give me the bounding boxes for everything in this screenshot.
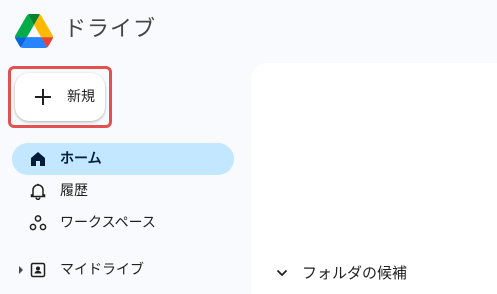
sidebar-item-history[interactable]: 履歴 bbox=[12, 175, 234, 207]
my-drive-icon bbox=[30, 262, 46, 278]
sidebar-item-home[interactable]: ホーム bbox=[12, 143, 234, 175]
home-icon bbox=[31, 152, 45, 166]
workspaces-icon bbox=[29, 215, 47, 231]
plus-icon bbox=[35, 89, 51, 105]
sidebar-item-label: ワークスペース bbox=[60, 215, 156, 231]
sidebar-item-label: ホーム bbox=[60, 151, 102, 167]
sidebar-item-label: 履歴 bbox=[60, 183, 88, 199]
sidebar-item-label: マイドライブ bbox=[60, 262, 144, 278]
app-header: ドライブ bbox=[0, 0, 497, 64]
sidebar-item-workspaces[interactable]: ワークスペース bbox=[12, 207, 234, 239]
bell-icon bbox=[30, 183, 46, 200]
chevron-down-icon bbox=[276, 269, 288, 277]
sidebar-item-my-drive[interactable]: マイドライブ bbox=[12, 254, 234, 286]
new-button-label: 新規 bbox=[67, 89, 95, 105]
google-drive-logo[interactable] bbox=[15, 13, 53, 49]
main-content: フォルダの候補 bbox=[251, 63, 497, 294]
app-title: ドライブ bbox=[64, 17, 157, 42]
suggested-folders-toggle[interactable]: フォルダの候補 bbox=[273, 261, 453, 285]
section-title: フォルダの候補 bbox=[302, 264, 408, 282]
new-button[interactable]: 新規 bbox=[15, 73, 105, 121]
new-button-highlight: 新規 bbox=[8, 66, 112, 128]
